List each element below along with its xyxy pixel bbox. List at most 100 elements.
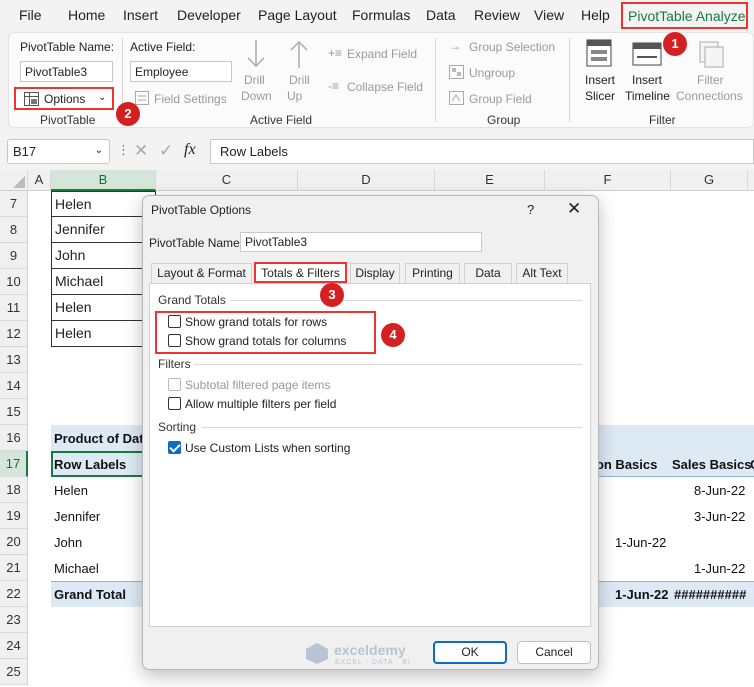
row-header[interactable]: 11 — [0, 295, 28, 321]
ok-button[interactable]: OK — [433, 641, 507, 664]
table-cell[interactable]: John — [51, 243, 156, 269]
menu-home[interactable]: Home — [68, 7, 105, 23]
row-header[interactable]: 18 — [0, 477, 28, 503]
grand-totals-columns-label[interactable]: Show grand totals for columns — [185, 334, 346, 348]
row-header[interactable]: 8 — [0, 217, 28, 243]
menu-help[interactable]: Help — [581, 7, 610, 23]
group-selection-button[interactable]: Group Selection — [469, 40, 555, 54]
pivot-row-label[interactable]: John — [54, 535, 82, 550]
grand-total-value[interactable]: 1-Jun-22 — [615, 587, 668, 602]
tab-layout-format[interactable]: Layout & Format — [151, 263, 252, 283]
enter-icon[interactable]: ✓ — [159, 141, 173, 161]
drill-up-label-1[interactable]: Drill — [289, 73, 310, 87]
pivot-value[interactable]: 1-Jun-22 — [615, 535, 666, 550]
filter-connections-label-1[interactable]: Filter — [697, 73, 724, 87]
row-header[interactable]: 14 — [0, 373, 28, 399]
insert-timeline-label-1[interactable]: Insert — [632, 73, 662, 87]
dialog-name-input[interactable]: PivotTable3 — [240, 232, 482, 252]
tab-display[interactable]: Display — [350, 263, 400, 283]
grand-total-label[interactable]: Grand Total — [54, 587, 126, 602]
menu-insert[interactable]: Insert — [123, 7, 158, 23]
row-header[interactable]: 13 — [0, 347, 28, 373]
cancel-button[interactable]: Cancel — [517, 641, 591, 664]
row-header[interactable]: 20 — [0, 529, 28, 555]
help-icon[interactable]: ? — [527, 202, 534, 217]
pivot-value[interactable]: 8-Jun-22 — [694, 483, 745, 498]
close-icon[interactable]: ✕ — [567, 199, 581, 219]
menu-formulas[interactable]: Formulas — [352, 7, 410, 23]
column-header-f[interactable]: F — [545, 170, 671, 191]
menu-file[interactable]: File — [19, 7, 42, 23]
pivot-value[interactable]: 1-Jun-22 — [694, 561, 745, 576]
pivot-row-label[interactable]: Michael — [54, 561, 99, 576]
row-header[interactable]: 25 — [0, 659, 28, 685]
row-header[interactable]: 7 — [0, 191, 28, 217]
ungroup-button[interactable]: Ungroup — [469, 66, 515, 80]
filter-connections-label-2[interactable]: Connections — [676, 89, 743, 103]
custom-lists-checkbox[interactable] — [168, 441, 181, 454]
insert-timeline-label-2[interactable]: Timeline — [625, 89, 670, 103]
grand-totals-rows-checkbox[interactable] — [168, 315, 181, 328]
row-header[interactable]: 22 — [0, 581, 28, 607]
column-header-d[interactable]: D — [298, 170, 435, 191]
row-header[interactable]: 16 — [0, 425, 28, 451]
tab-totals-filters[interactable]: Totals & Filters — [254, 262, 347, 283]
drill-up-label-2[interactable]: Up — [287, 89, 302, 103]
menu-data[interactable]: Data — [426, 7, 456, 23]
tab-printing[interactable]: Printing — [405, 263, 460, 283]
cancel-icon[interactable]: ✕ — [134, 141, 148, 161]
pivot-values-label[interactable]: Product of Dat — [54, 431, 144, 446]
row-header[interactable]: 9 — [0, 243, 28, 269]
column-header-e[interactable]: E — [435, 170, 545, 191]
row-header[interactable]: 19 — [0, 503, 28, 529]
field-settings-button[interactable]: Field Settings — [154, 92, 227, 106]
pivot-row-label[interactable]: Helen — [54, 483, 88, 498]
row-header-selected[interactable]: 17 — [0, 451, 28, 477]
tab-alt-text[interactable]: Alt Text — [516, 263, 568, 283]
drill-down-label-2[interactable]: Down — [241, 89, 272, 103]
active-field-input[interactable]: Employee — [130, 61, 232, 82]
row-header[interactable]: 21 — [0, 555, 28, 581]
insert-slicer-label-2[interactable]: Slicer — [585, 89, 615, 103]
row-header[interactable]: 24 — [0, 633, 28, 659]
tab-data[interactable]: Data — [464, 263, 512, 283]
select-all-corner[interactable] — [0, 170, 28, 191]
collapse-field-button[interactable]: Collapse Field — [347, 80, 423, 94]
pivot-column-header[interactable]: Sales Basics — [672, 457, 752, 472]
multiple-filters-label[interactable]: Allow multiple filters per field — [185, 397, 336, 411]
column-header-g[interactable]: G — [671, 170, 748, 191]
name-box[interactable]: B17 ⌄ — [7, 139, 110, 164]
menu-pivottable-analyze[interactable]: PivotTable Analyze — [621, 2, 748, 29]
row-header[interactable]: 23 — [0, 607, 28, 633]
row-header[interactable]: 15 — [0, 399, 28, 425]
menu-page-layout[interactable]: Page Layout — [258, 7, 337, 23]
menu-developer[interactable]: Developer — [177, 7, 241, 23]
column-header-b[interactable]: B — [51, 170, 156, 191]
column-header-a[interactable]: A — [28, 170, 51, 191]
row-header[interactable]: 10 — [0, 269, 28, 295]
grand-total-value[interactable]: ########## — [674, 587, 746, 602]
table-cell[interactable]: Jennifer — [51, 217, 156, 243]
multiple-filters-checkbox[interactable] — [168, 397, 181, 410]
group-field-button[interactable]: Group Field — [469, 92, 532, 106]
grand-totals-columns-checkbox[interactable] — [168, 334, 181, 347]
menu-review[interactable]: Review — [474, 7, 520, 23]
insert-slicer-label-1[interactable]: Insert — [585, 73, 615, 87]
row-header[interactable]: 12 — [0, 321, 28, 347]
column-header-h[interactable] — [748, 170, 754, 191]
table-cell[interactable]: Michael — [51, 269, 156, 295]
expand-field-button[interactable]: Expand Field — [347, 47, 417, 61]
formula-input[interactable]: Row Labels — [210, 139, 754, 164]
table-cell[interactable]: Helen — [51, 321, 156, 347]
custom-lists-label[interactable]: Use Custom Lists when sorting — [185, 441, 350, 455]
pivottable-name-input[interactable]: PivotTable3 — [20, 61, 113, 82]
table-cell[interactable]: Helen — [51, 295, 156, 321]
pivot-column-header[interactable]: C — [750, 457, 754, 472]
pivot-value[interactable]: 3-Jun-22 — [694, 509, 745, 524]
column-header-c[interactable]: C — [156, 170, 298, 191]
pivot-row-label[interactable]: Jennifer — [54, 509, 100, 524]
row-labels-header[interactable]: Row Labels — [54, 457, 126, 472]
menu-view[interactable]: View — [534, 7, 564, 23]
table-cell[interactable]: Helen — [51, 191, 156, 217]
options-button[interactable]: Options ⌄ — [14, 87, 114, 110]
